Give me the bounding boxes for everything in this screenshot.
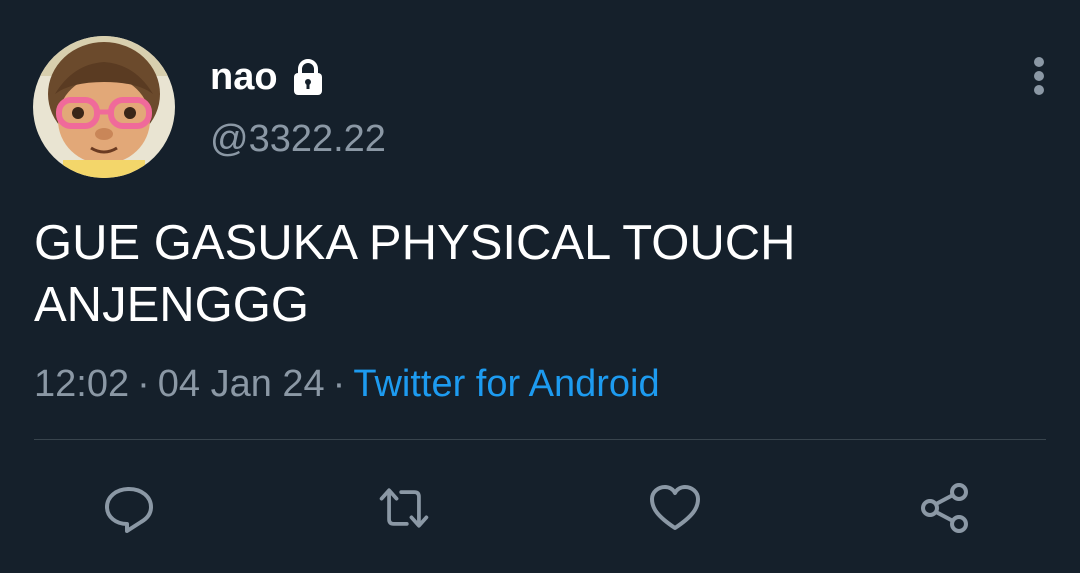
reply-button[interactable] xyxy=(101,480,157,536)
avatar-image xyxy=(33,36,175,178)
avatar[interactable] xyxy=(33,36,175,178)
share-icon xyxy=(921,483,968,533)
share-button[interactable] xyxy=(917,480,973,536)
tweet-date: 04 Jan 24 xyxy=(157,363,325,405)
meta-separator: · xyxy=(137,363,150,405)
retweet-icon xyxy=(379,488,429,528)
more-vertical-icon xyxy=(1034,57,1044,95)
tweet-text: GUE GASUKA PHYSICAL TOUCH ANJENGGG xyxy=(34,216,796,332)
more-options-button[interactable] xyxy=(1022,52,1056,100)
tweet-meta: 12:02 · 04 Jan 24 · Twitter for Android xyxy=(34,361,660,407)
user-handle[interactable]: @3322.22 xyxy=(210,116,386,162)
lock-icon xyxy=(288,57,328,97)
tweet-time: 12:02 xyxy=(34,363,130,405)
reply-icon xyxy=(105,487,153,533)
tweet-source-link[interactable]: Twitter for Android xyxy=(353,363,659,405)
display-name-text: nao xyxy=(210,56,278,98)
meta-separator: · xyxy=(332,363,346,405)
divider xyxy=(34,439,1046,440)
like-button[interactable] xyxy=(647,480,703,536)
retweet-button[interactable] xyxy=(376,480,432,536)
heart-icon xyxy=(650,485,700,530)
display-name[interactable]: nao xyxy=(210,54,328,100)
